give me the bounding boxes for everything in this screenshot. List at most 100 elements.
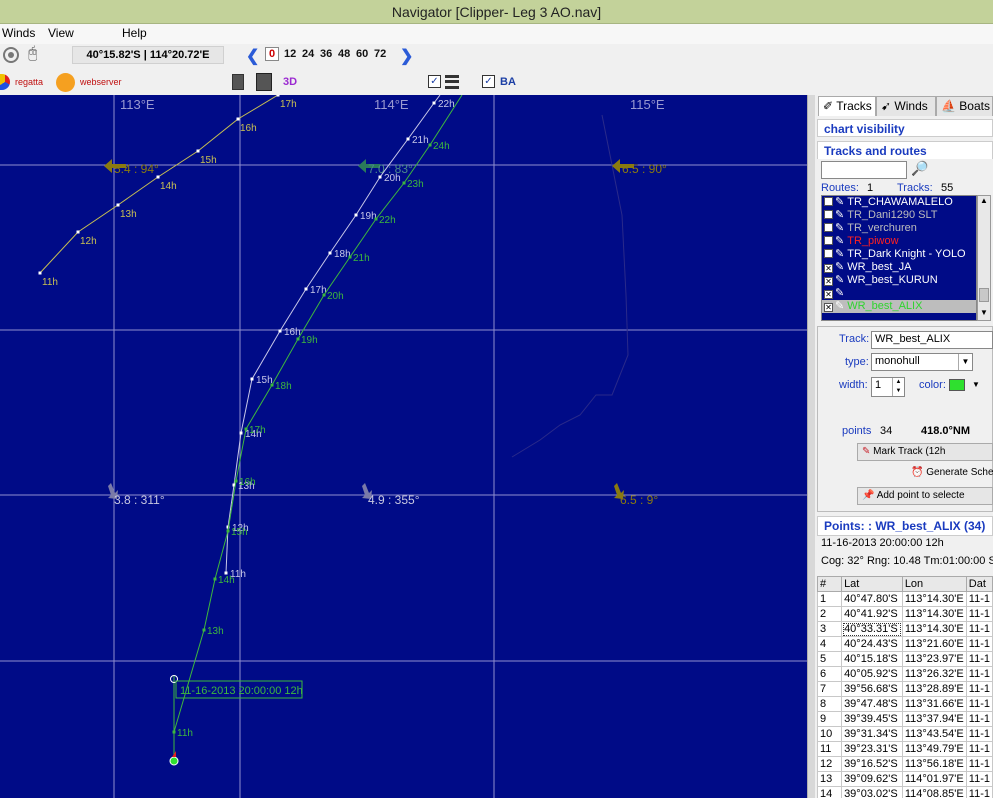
col-lat-header[interactable]: Lat	[841, 576, 903, 592]
generate-schedule-button[interactable]: ⏰ Generate Sched	[907, 465, 993, 483]
panel-splitter[interactable]	[807, 95, 815, 798]
track-visible-checkbox[interactable]: ✕	[824, 264, 833, 273]
hour-48-button[interactable]: 48	[338, 48, 350, 60]
next-time-icon[interactable]: ❯	[400, 46, 413, 66]
track-visible-checkbox[interactable]	[824, 197, 833, 206]
point-index: 1	[816, 591, 843, 607]
track-list-scrollbar[interactable]: ▲ ▼	[977, 195, 991, 321]
track-list-item[interactable]: ✕ ✎ WR_best_KURUN	[822, 274, 976, 287]
track-name-field[interactable]: WR_best_ALIX	[871, 331, 993, 349]
tab-tracks[interactable]: ✐ Tracks	[818, 96, 876, 116]
table-row[interactable]: 2 40°41.92'S 113°14.30'E 11-1	[816, 606, 993, 622]
tracks-routes-header[interactable]: Tracks and routes	[817, 141, 993, 159]
table-row[interactable]: 7 39°56.68'S 113°28.89'E 11-1	[816, 681, 993, 697]
track-visible-checkbox[interactable]	[824, 249, 833, 258]
track-list-item[interactable]: ✎ TR_piwow	[822, 235, 976, 248]
webserver-link[interactable]: webserver	[80, 77, 122, 87]
point-lat: 39°09.62'S	[841, 771, 903, 787]
ba-label: BA	[500, 76, 516, 88]
menu-winds[interactable]: Winds	[2, 26, 35, 40]
scroll-up-icon[interactable]: ▲	[980, 196, 988, 205]
col-date-header[interactable]: Dat	[965, 576, 993, 592]
table-row[interactable]: 6 40°05.92'S 113°26.32'E 11-1	[816, 666, 993, 682]
ba-checkbox[interactable]: ✓	[482, 75, 495, 88]
chevron-down-icon[interactable]: ▼	[958, 354, 972, 370]
mark-track-label: Mark Track (12h	[873, 446, 946, 457]
pencil-icon[interactable]: ✎	[835, 222, 844, 234]
table-row[interactable]: 8 39°47.48'S 113°31.66'E 11-1	[816, 696, 993, 712]
table-row[interactable]: 1 40°47.80'S 113°14.30'E 11-1	[816, 591, 993, 607]
track-search-input[interactable]	[821, 161, 907, 179]
prev-time-icon[interactable]: ❮	[246, 46, 259, 66]
track-list-item[interactable]: ✕ ✎	[822, 287, 976, 300]
cursor-icon[interactable]: 🖰	[28, 45, 38, 63]
points-table[interactable]: # Lat Lon Dat 1 40°47.80'S 113°14.30'E 11-1…	[816, 576, 993, 798]
3d-button[interactable]: 3D	[283, 76, 297, 88]
pencil-icon[interactable]: ✎	[835, 300, 844, 312]
web-logo-icon[interactable]	[56, 73, 75, 92]
table-row[interactable]: 3 40°33.31'S 113°14.30'E 11-1	[816, 621, 993, 637]
track-visible-checkbox[interactable]: ✕	[824, 277, 833, 286]
table-row[interactable]: 4 40°24.43'S 113°21.60'E 11-1	[816, 636, 993, 652]
track-list-item[interactable]: ✕ ✎ WR_best_JA	[822, 261, 976, 274]
regatta-link[interactable]: regatta	[15, 77, 43, 87]
track-visible-checkbox[interactable]	[824, 223, 833, 232]
binoculars-icon[interactable]: 🔎	[911, 160, 928, 177]
color-dropdown-icon[interactable]: ▼	[972, 380, 980, 389]
hour-12-button[interactable]: 12	[284, 48, 296, 60]
menu-help[interactable]: Help	[122, 26, 147, 40]
track-visible-checkbox[interactable]	[824, 236, 833, 245]
pencil-icon[interactable]: ✎	[835, 209, 844, 221]
track-color-swatch[interactable]	[949, 379, 965, 391]
track-visible-checkbox[interactable]: ✕	[824, 290, 833, 299]
hour-0-button[interactable]: 0	[265, 47, 280, 61]
pencil-icon[interactable]: ✎	[835, 235, 844, 247]
layers-checkbox[interactable]: ✓	[428, 75, 441, 88]
hour-60-button[interactable]: 60	[356, 48, 368, 60]
menu-view[interactable]: View	[48, 26, 74, 40]
chart-visibility-header[interactable]: chart visibility	[817, 119, 993, 137]
stepper-arrows-icon[interactable]: ▲ ▼	[892, 378, 904, 396]
width-stepper[interactable]: 1 ▲ ▼	[871, 377, 905, 397]
pencil-icon[interactable]: ✎	[835, 261, 844, 273]
scroll-thumb[interactable]	[979, 288, 989, 302]
track-list-item[interactable]: ✎ TR_Dark Knight - YOLO	[822, 248, 976, 261]
table-row[interactable]: 13 39°09.62'S 114°01.97'E 11-1	[816, 771, 993, 787]
track-list-item[interactable]: ✕ ✎ WR_best_ALIX	[822, 300, 976, 313]
layers-icon[interactable]	[445, 75, 459, 89]
col-lon-header[interactable]: Lon	[901, 576, 967, 592]
target-icon[interactable]	[3, 47, 19, 63]
scroll-down-icon[interactable]: ▼	[980, 308, 988, 317]
device-icon[interactable]	[256, 73, 272, 91]
col-index-header[interactable]: #	[816, 576, 843, 592]
hour-24-button[interactable]: 24	[302, 48, 314, 60]
chart-svg[interactable]: 113°E 114°E 115°E5.4 : 94° 7.0 : 83° 6.5 : 9…	[0, 95, 807, 798]
track-list-item[interactable]: ✎ TR_Dani1290 SLT	[822, 209, 976, 222]
chart-canvas[interactable]: 113°E 114°E 115°E 5.4 : 94° 7.0 : 83° 6.5 : 9…	[0, 95, 807, 798]
track-visible-checkbox[interactable]: ✕	[824, 303, 833, 312]
track-list-item[interactable]: ✎ TR_CHAWAMALELO	[822, 196, 976, 209]
table-row[interactable]: 9 39°39.45'S 113°37.94'E 11-1	[816, 711, 993, 727]
pencil-icon[interactable]: ✎	[835, 274, 844, 286]
add-point-button[interactable]: 📌 Add point to selecte	[857, 487, 993, 505]
point-lat: 39°16.52'S	[841, 756, 903, 772]
regatta-logo-icon[interactable]	[0, 74, 10, 90]
mark-track-button[interactable]: ✎ Mark Track (12h	[857, 443, 993, 461]
track-list-item[interactable]: ✎ TR_verchuren	[822, 222, 976, 235]
pencil-icon[interactable]: ✎	[835, 287, 844, 299]
calculator-icon[interactable]	[232, 74, 244, 90]
table-row[interactable]: 12 39°16.52'S 113°56.18'E 11-1	[816, 756, 993, 772]
table-row[interactable]: 5 40°15.18'S 113°23.97'E 11-1	[816, 651, 993, 667]
tab-boats[interactable]: ⛵ Boats	[936, 96, 993, 116]
track-visible-checkbox[interactable]	[824, 210, 833, 219]
table-row[interactable]: 11 39°23.31'S 113°49.79'E 11-1	[816, 741, 993, 757]
hour-72-button[interactable]: 72	[374, 48, 386, 60]
type-select[interactable]: monohull ▼	[871, 353, 973, 371]
table-row[interactable]: 14 39°03.02'S 114°08.85'E 11-1	[816, 786, 993, 798]
table-row[interactable]: 10 39°31.34'S 113°43.54'E 11-1	[816, 726, 993, 742]
hour-36-button[interactable]: 36	[320, 48, 332, 60]
track-list[interactable]: ✎ TR_CHAWAMALELO ✎ TR_Dani1290 SLT ✎ TR_verch…	[821, 195, 977, 321]
pencil-icon[interactable]: ✎	[835, 196, 844, 208]
pencil-icon[interactable]: ✎	[835, 248, 844, 260]
tab-winds[interactable]: ➹ Winds	[876, 96, 936, 116]
